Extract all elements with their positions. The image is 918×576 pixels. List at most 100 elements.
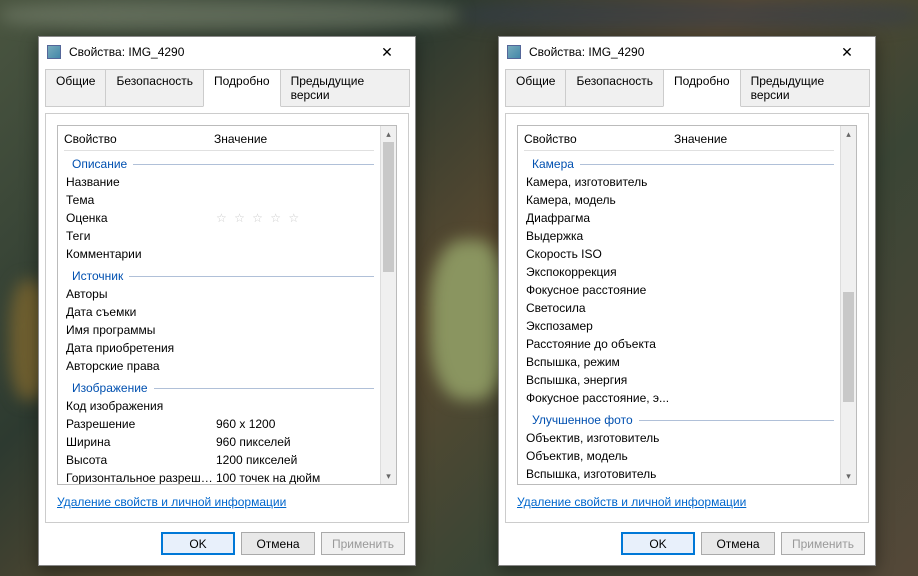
property-value[interactable] (216, 398, 374, 414)
property-value[interactable] (216, 286, 374, 302)
property-value[interactable] (676, 246, 834, 262)
property-value[interactable] (676, 300, 834, 316)
property-value[interactable] (676, 264, 834, 280)
property-value[interactable] (216, 340, 374, 356)
property-name: Высота (66, 452, 216, 468)
properties-list[interactable]: Свойство Значение ОписаниеНазваниеТемаОц… (57, 125, 397, 485)
property-row[interactable]: Камера, изготовитель (524, 173, 834, 191)
properties-list[interactable]: Свойство Значение КамераКамера, изготови… (517, 125, 857, 485)
property-value[interactable]: 960 x 1200 (216, 416, 374, 432)
property-value[interactable]: 960 пикселей (216, 434, 374, 450)
scroll-thumb[interactable] (843, 292, 854, 402)
tab-security[interactable]: Безопасность (105, 69, 204, 107)
list-header: Свойство Значение (64, 128, 374, 151)
group-header: Источник (72, 269, 374, 283)
property-value[interactable] (216, 228, 374, 244)
property-value[interactable] (676, 466, 834, 482)
cancel-button[interactable]: Отмена (701, 532, 775, 555)
column-property[interactable]: Свойство (64, 132, 214, 146)
property-row[interactable]: Теги (64, 227, 374, 245)
property-value[interactable]: 100 точек на дюйм (216, 470, 374, 484)
property-row[interactable]: Экспозамер (524, 317, 834, 335)
property-row[interactable]: Камера, модель (524, 191, 834, 209)
titlebar[interactable]: Свойства: IMG_4290 ✕ (39, 37, 415, 67)
close-button[interactable]: ✕ (827, 44, 867, 61)
ok-button[interactable]: OK (161, 532, 235, 555)
tab-details[interactable]: Подробно (663, 69, 741, 107)
property-row[interactable]: Фокусное расстояние (524, 281, 834, 299)
property-row[interactable]: Дата приобретения (64, 339, 374, 357)
titlebar[interactable]: Свойства: IMG_4290 ✕ (499, 37, 875, 67)
property-value[interactable]: 1200 пикселей (216, 452, 374, 468)
tab-previous-versions[interactable]: Предыдущие версии (740, 69, 870, 107)
column-property[interactable]: Свойство (524, 132, 674, 146)
property-value[interactable] (216, 304, 374, 320)
rating-stars-icon[interactable]: ☆ ☆ ☆ ☆ ☆ (216, 211, 301, 225)
property-row[interactable]: Расстояние до объекта (524, 335, 834, 353)
column-value[interactable]: Значение (674, 132, 834, 146)
property-row[interactable]: Светосила (524, 299, 834, 317)
property-value[interactable] (216, 192, 374, 208)
property-row[interactable]: Тема (64, 191, 374, 209)
property-value[interactable] (676, 430, 834, 446)
scroll-down-icon[interactable]: ▾ (841, 468, 856, 484)
property-row[interactable]: Вспышка, энергия (524, 371, 834, 389)
property-row[interactable]: Разрешение960 x 1200 (64, 415, 374, 433)
property-value[interactable]: ☆ ☆ ☆ ☆ ☆ (216, 210, 374, 226)
property-value[interactable] (676, 174, 834, 190)
column-value[interactable]: Значение (214, 132, 374, 146)
property-value[interactable] (216, 174, 374, 190)
tab-previous-versions[interactable]: Предыдущие версии (280, 69, 410, 107)
property-row[interactable]: Код изображения (64, 397, 374, 415)
property-row[interactable]: Скорость ISO (524, 245, 834, 263)
property-row[interactable]: Оценка☆ ☆ ☆ ☆ ☆ (64, 209, 374, 227)
property-value[interactable] (676, 372, 834, 388)
scrollbar[interactable]: ▴ ▾ (840, 126, 856, 484)
property-row[interactable]: Диафрагма (524, 209, 834, 227)
property-value[interactable] (676, 228, 834, 244)
property-value[interactable] (676, 448, 834, 464)
remove-properties-link[interactable]: Удаление свойств и личной информации (517, 495, 746, 509)
scroll-thumb[interactable] (383, 142, 394, 272)
scrollbar[interactable]: ▴ ▾ (380, 126, 396, 484)
close-button[interactable]: ✕ (367, 44, 407, 61)
cancel-button[interactable]: Отмена (241, 532, 315, 555)
property-row[interactable]: Горизонтальное разреше…100 точек на дюйм (64, 469, 374, 484)
property-row[interactable]: Авторы (64, 285, 374, 303)
property-row[interactable]: Объектив, изготовитель (524, 429, 834, 447)
property-name: Фокусное расстояние (526, 282, 676, 298)
property-value[interactable] (216, 322, 374, 338)
property-value[interactable] (676, 390, 834, 406)
property-row[interactable]: Название (64, 173, 374, 191)
remove-properties-link[interactable]: Удаление свойств и личной информации (57, 495, 286, 509)
property-row[interactable]: Вспышка, изготовитель (524, 465, 834, 483)
property-row[interactable]: Вспышка, режим (524, 353, 834, 371)
property-row[interactable]: Комментарии (64, 245, 374, 263)
property-value[interactable] (676, 354, 834, 370)
property-row[interactable]: Объектив, модель (524, 447, 834, 465)
property-value[interactable] (676, 318, 834, 334)
tab-general[interactable]: Общие (505, 69, 566, 107)
tab-general[interactable]: Общие (45, 69, 106, 107)
property-row[interactable]: Экспокоррекция (524, 263, 834, 281)
property-value[interactable] (676, 282, 834, 298)
property-row[interactable]: Дата съемки (64, 303, 374, 321)
property-value[interactable] (216, 246, 374, 262)
property-name: Объектив, изготовитель (526, 430, 676, 446)
property-value[interactable] (676, 210, 834, 226)
property-row[interactable]: Выдержка (524, 227, 834, 245)
ok-button[interactable]: OK (621, 532, 695, 555)
property-value[interactable] (216, 358, 374, 374)
scroll-up-icon[interactable]: ▴ (381, 126, 396, 142)
scroll-up-icon[interactable]: ▴ (841, 126, 856, 142)
property-row[interactable]: Высота1200 пикселей (64, 451, 374, 469)
property-row[interactable]: Авторские права (64, 357, 374, 375)
tab-details[interactable]: Подробно (203, 69, 281, 107)
scroll-down-icon[interactable]: ▾ (381, 468, 396, 484)
property-value[interactable] (676, 336, 834, 352)
property-row[interactable]: Имя программы (64, 321, 374, 339)
property-value[interactable] (676, 192, 834, 208)
tab-security[interactable]: Безопасность (565, 69, 664, 107)
property-row[interactable]: Ширина960 пикселей (64, 433, 374, 451)
property-row[interactable]: Фокусное расстояние, э... (524, 389, 834, 407)
